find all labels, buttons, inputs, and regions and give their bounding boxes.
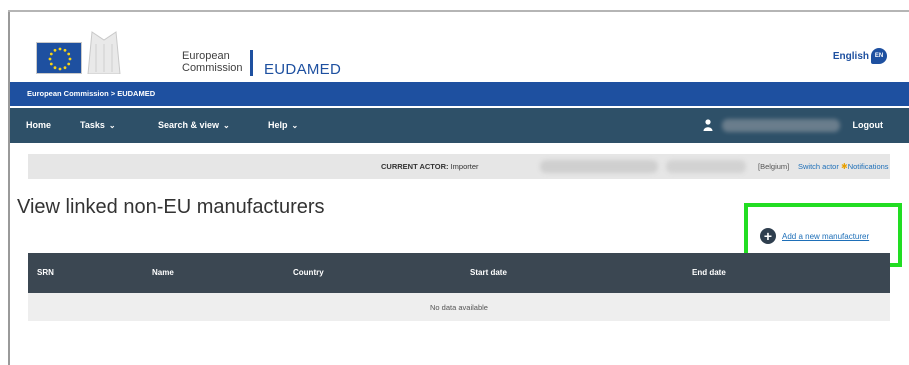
language-selector[interactable]: English xyxy=(833,51,869,62)
column-header-start-date[interactable]: Start date xyxy=(470,268,507,277)
current-actor-bar: CURRENT ACTOR: Importer [Belgium] Switch… xyxy=(28,154,890,179)
breadcrumb[interactable]: European Commission > EUDAMED xyxy=(27,89,155,98)
current-actor-label: CURRENT ACTOR: Importer xyxy=(381,162,479,171)
speech-bubble-icon[interactable]: EN xyxy=(871,48,887,64)
table-header: SRN Name Country Start date End date xyxy=(28,253,890,293)
main-nav: Home Tasks ⌄ Search & view ⌄ Help ⌄ Logout xyxy=(10,108,909,143)
ec-logo[interactable] xyxy=(28,26,178,76)
column-header-name[interactable]: Name xyxy=(152,268,174,277)
nav-search-view-label: Search & view xyxy=(158,120,220,130)
nav-home-label: Home xyxy=(26,120,52,130)
current-actor-role: Importer xyxy=(450,162,479,171)
breadcrumb-bar: European Commission > EUDAMED xyxy=(10,82,909,106)
chevron-down-icon: ⌄ xyxy=(291,121,299,130)
logout-link[interactable]: Logout xyxy=(853,120,884,130)
empty-message: No data available xyxy=(430,303,488,312)
actor-id-redacted xyxy=(666,160,746,173)
ec-logo-text: European Commission xyxy=(182,50,243,74)
table-empty-row: No data available xyxy=(28,293,890,321)
chevron-down-icon: ⌄ xyxy=(108,121,116,130)
actor-name-redacted xyxy=(540,160,658,173)
switch-actor-link[interactable]: Switch actor xyxy=(798,162,839,171)
berlaymont-building-icon xyxy=(87,31,121,74)
current-actor-heading: CURRENT ACTOR: xyxy=(381,162,449,171)
logo-divider xyxy=(250,50,253,76)
user-icon[interactable] xyxy=(703,119,713,131)
actor-country: [Belgium] xyxy=(758,162,790,171)
page-title: View linked non-EU manufacturers xyxy=(17,196,325,218)
nav-help[interactable]: Help ⌄ xyxy=(268,120,298,130)
notifications-link[interactable]: ✱Notifications xyxy=(841,162,889,171)
bell-icon: ✱ xyxy=(841,162,848,171)
nav-tasks-label: Tasks xyxy=(80,120,105,130)
column-header-srn[interactable]: SRN xyxy=(37,268,54,277)
notifications-label: Notifications xyxy=(847,162,889,171)
eu-flag-icon xyxy=(36,42,82,74)
nav-tasks[interactable]: Tasks ⌄ xyxy=(80,120,116,130)
chevron-down-icon: ⌄ xyxy=(223,121,230,130)
nav-home[interactable]: Home xyxy=(26,120,51,130)
column-header-end-date[interactable]: End date xyxy=(692,268,726,277)
nav-help-label: Help xyxy=(268,120,288,130)
ec-logo-line2: Commission xyxy=(182,62,243,74)
app-name[interactable]: EUDAMED xyxy=(264,61,341,78)
ec-logo-line1: European xyxy=(182,50,230,62)
column-header-country[interactable]: Country xyxy=(293,268,324,277)
nav-search-view[interactable]: Search & view ⌄ xyxy=(158,120,230,130)
site-header: European Commission EUDAMED English EN xyxy=(10,12,909,82)
user-name-redacted xyxy=(722,119,840,132)
